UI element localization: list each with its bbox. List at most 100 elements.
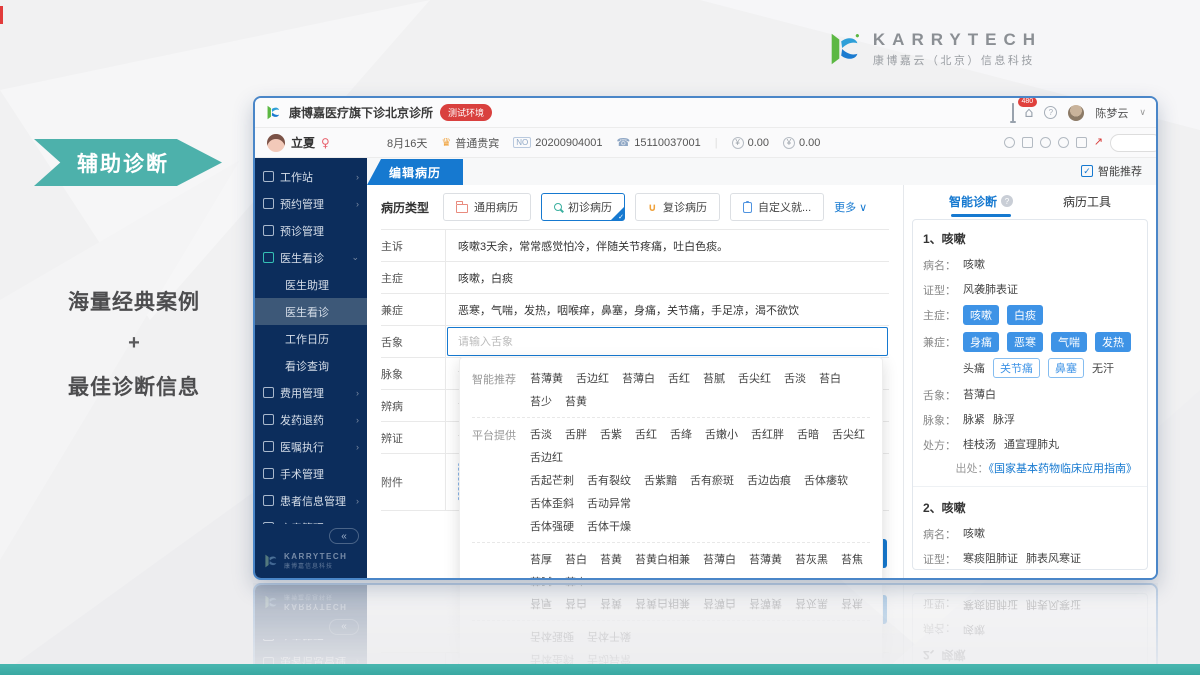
option-舌体歪斜[interactable]: 舌体歪斜	[530, 495, 574, 511]
option-苔黄[interactable]: 苔黄	[600, 551, 622, 567]
patient-info-icon	[263, 495, 274, 506]
option-苔白[interactable]: 苔白	[565, 551, 587, 567]
sidebar-item-预约管理[interactable]: 预约管理›	[255, 190, 367, 217]
diagnosis-row: 兼症：身痛恶寒气喘发热头痛关节痛鼻塞无汗	[923, 332, 1137, 378]
record-type-自定义就...[interactable]: 自定义就...	[730, 193, 824, 221]
symptom-tag[interactable]: 关节痛	[993, 358, 1040, 378]
option-舌体干燥[interactable]: 舌体干燥	[587, 518, 631, 534]
diagnosis-row: 证型：风袭肺表证	[923, 280, 1137, 298]
option-舌有瘀斑[interactable]: 舌有瘀斑	[690, 472, 734, 488]
patient-cell[interactable]: 立夏 ♀	[255, 134, 367, 152]
option-舌淡[interactable]: 舌淡	[784, 370, 806, 386]
option-舌胖[interactable]: 舌胖	[565, 426, 587, 442]
sidebar-item-工作日历[interactable]: 工作日历	[255, 325, 367, 352]
option-苔黄[interactable]: 苔黄	[565, 393, 587, 409]
dropdown-group-options: 苔薄黄舌边红苔薄白舌红苔腻舌尖红舌淡苔白苔少苔黄	[530, 370, 870, 409]
option-苔薄白[interactable]: 苔薄白	[703, 551, 736, 567]
record-type-复诊病历[interactable]: 复诊病历	[635, 193, 720, 221]
chevron-icon: ›	[356, 415, 359, 425]
option-苔黄白相兼[interactable]: 苔黄白相兼	[635, 551, 690, 567]
diagnosis-row-items: 身痛恶寒气喘发热头痛关节痛鼻塞无汗	[963, 332, 1137, 378]
option-苔白[interactable]: 苔白	[819, 370, 841, 386]
symptom-tag[interactable]: 身痛	[963, 332, 999, 352]
sidebar-item-预诊管理[interactable]: 预诊管理	[255, 217, 367, 244]
symptom-tag[interactable]: 咳嗽	[963, 305, 999, 325]
sidebar-item-医嘱执行[interactable]: 医嘱执行›	[255, 433, 367, 460]
sidebar-item-费用管理[interactable]: 费用管理›	[255, 379, 367, 406]
user-menu-caret-icon[interactable]: ∨	[1139, 107, 1146, 118]
symptom-tag: 咳嗽	[963, 256, 985, 272]
smart-recommend-toggle[interactable]: 智能推荐	[1081, 163, 1156, 185]
user-name[interactable]: 陈梦云	[1095, 105, 1128, 121]
option-舌体强硬[interactable]: 舌体强硬	[530, 518, 574, 534]
user-avatar[interactable]	[1068, 105, 1084, 121]
chart-trend-icon[interactable]: ↗	[1094, 137, 1103, 148]
option-苔少[interactable]: 苔少	[565, 574, 587, 580]
option-舌起芒刺[interactable]: 舌起芒刺	[530, 472, 574, 488]
option-舌体痿软[interactable]: 舌体痿软	[804, 472, 848, 488]
field-value: 恶寒，气喘，发热，咽喉痒，鼻塞，身痛，关节痛，手足凉，渴不欲饮	[445, 294, 889, 325]
symptom-tag[interactable]: 气喘	[1051, 332, 1087, 352]
sidebar-item-看诊查询[interactable]: 看诊查询	[255, 352, 367, 379]
sidebar-item-库房管理[interactable]: 库房管理›	[255, 514, 367, 524]
sidebar-collapse-button[interactable]: «	[329, 528, 359, 544]
option-舌嫩小[interactable]: 舌嫩小	[705, 426, 738, 442]
dropdown-group-label: 平台提供	[472, 426, 530, 534]
history-icon[interactable]	[1004, 137, 1015, 148]
record-type-初诊病历[interactable]: 初诊病历✓	[541, 193, 625, 221]
option-苔薄白[interactable]: 苔薄白	[622, 370, 655, 386]
option-苔薄黄[interactable]: 苔薄黄	[530, 370, 563, 386]
more-link[interactable]: 更多 ∨	[834, 199, 867, 215]
print-icon[interactable]	[1058, 137, 1069, 148]
sidebar-item-工作站[interactable]: 工作站›	[255, 163, 367, 190]
option-苔少[interactable]: 苔少	[530, 393, 552, 409]
option-舌红[interactable]: 舌红	[668, 370, 690, 386]
option-舌边红[interactable]: 舌边红	[530, 449, 563, 465]
option-舌红[interactable]: 舌红	[635, 426, 657, 442]
option-舌红胖[interactable]: 舌红胖	[751, 426, 784, 442]
sidebar-item-医生助理[interactable]: 医生助理	[255, 271, 367, 298]
sidebar-item-患者信息管理[interactable]: 患者信息管理›	[255, 487, 367, 514]
option-苔厚[interactable]: 苔厚	[530, 551, 552, 567]
tab-edit-record[interactable]: 编辑病历	[367, 159, 463, 185]
option-舌紫黯[interactable]: 舌紫黯	[644, 472, 677, 488]
option-舌尖红[interactable]: 舌尖红	[832, 426, 865, 442]
sidebar-item-医生看诊[interactable]: 医生看诊	[255, 298, 367, 325]
notification-bell-icon[interactable]: 480	[1012, 104, 1014, 122]
brand-name: KARRYTECH	[873, 30, 1042, 50]
symptom-tag[interactable]: 发热	[1095, 332, 1131, 352]
option-苔灰黑[interactable]: 苔灰黑	[795, 551, 828, 567]
sidebar-item-手术管理[interactable]: 手术管理	[255, 460, 367, 487]
record-type-通用病历[interactable]: 通用病历	[443, 193, 531, 221]
source-link[interactable]: 《国家基本药物临床应用指南》	[989, 463, 1138, 475]
option-苔焦[interactable]: 苔焦	[841, 551, 863, 567]
message-icon[interactable]	[1040, 137, 1051, 148]
sidebar-item-医生看诊[interactable]: 医生看诊⌄	[255, 244, 367, 271]
tab-smart-diagnosis[interactable]: 智能诊断	[949, 185, 1013, 217]
symptom-tag[interactable]: 白痰	[1007, 305, 1043, 325]
help-icon[interactable]	[1044, 106, 1057, 119]
tongue-input[interactable]	[458, 336, 877, 348]
tab-record-tools[interactable]: 病历工具	[1063, 185, 1111, 217]
option-苔薄黄[interactable]: 苔薄黄	[749, 551, 782, 567]
option-舌动异常[interactable]: 舌动异常	[587, 495, 631, 511]
option-舌绛[interactable]: 舌绛	[670, 426, 692, 442]
sidebar-item-发药退药[interactable]: 发药退药›	[255, 406, 367, 433]
help-circle-icon[interactable]	[1001, 195, 1013, 207]
option-舌暗[interactable]: 舌暗	[797, 426, 819, 442]
checkbox-checked-icon[interactable]	[1081, 165, 1093, 177]
option-舌边齿痕[interactable]: 舌边齿痕	[747, 472, 791, 488]
option-苔腻[interactable]: 苔腻	[703, 370, 725, 386]
sidebar-logo: KARRYTECH 康博嘉信息科技	[263, 552, 359, 570]
option-舌淡[interactable]: 舌淡	[530, 426, 552, 442]
option-苔腻[interactable]: 苔腻	[530, 574, 552, 580]
option-舌有裂纹[interactable]: 舌有裂纹	[587, 472, 631, 488]
option-舌尖红[interactable]: 舌尖红	[738, 370, 771, 386]
search-input[interactable]	[1110, 134, 1158, 152]
photo-icon[interactable]	[1076, 137, 1087, 148]
card-icon[interactable]	[1022, 137, 1033, 148]
option-舌边红[interactable]: 舌边红	[576, 370, 609, 386]
option-舌紫[interactable]: 舌紫	[600, 426, 622, 442]
symptom-tag[interactable]: 鼻塞	[1048, 358, 1084, 378]
symptom-tag[interactable]: 恶寒	[1007, 332, 1043, 352]
